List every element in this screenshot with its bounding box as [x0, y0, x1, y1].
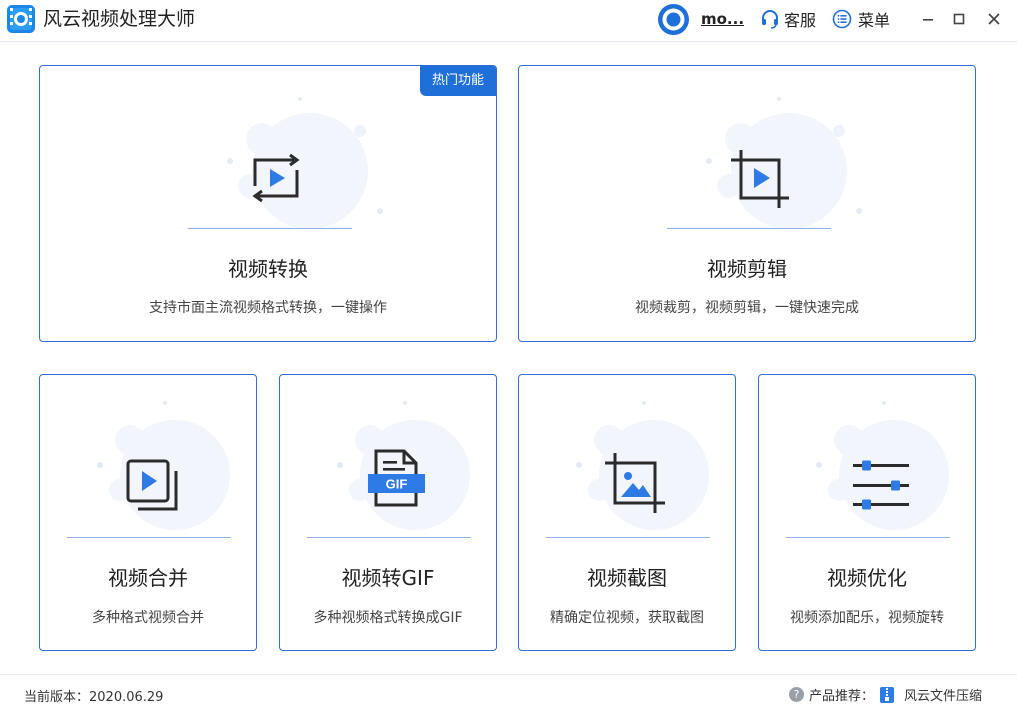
gif-file-icon: GIF — [368, 449, 425, 507]
card-description: 视频添加配乐，视频旋转 — [790, 610, 944, 626]
user-name-link[interactable]: mo... — [701, 9, 744, 29]
card-video-convert[interactable]: 视频转换 支持市面主流视频格式转换，一键操作 热门功能 — [39, 65, 497, 342]
card-video-to-gif[interactable]: GIF 视频转GIF 多种视频格式转换成GIF — [279, 374, 497, 651]
card-description: 多种视频格式转换成GIF — [313, 610, 463, 626]
product-recommend[interactable]: ? 产品推荐： 风云文件压缩 — [789, 685, 982, 704]
help-icon[interactable]: ? — [789, 687, 804, 702]
maximize-button[interactable] — [948, 8, 970, 30]
close-icon — [988, 13, 1000, 25]
card-video-screenshot[interactable]: 视频截图 精确定位视频，获取截图 — [518, 374, 736, 651]
card-title: 视频剪辑 — [707, 257, 787, 281]
card-description: 精确定位视频，获取截图 — [550, 610, 704, 626]
headset-icon — [762, 10, 778, 29]
recommend-label: 产品推荐： — [809, 689, 875, 704]
card-video-edit[interactable]: 视频剪辑 视频裁剪，视频剪辑，一键快速完成 — [518, 65, 976, 342]
close-button[interactable] — [983, 8, 1005, 30]
version-label: 当前版本：2020.06.29 — [24, 690, 164, 705]
customer-service-label: 客服 — [784, 11, 817, 30]
minimize-icon — [923, 19, 933, 21]
menu-list-icon — [832, 9, 852, 29]
maximize-icon — [953, 13, 965, 25]
card-title: 视频截图 — [587, 566, 667, 590]
sliders-icon — [853, 460, 909, 510]
card-title: 视频转换 — [228, 257, 308, 281]
menu-button[interactable]: 菜单 — [832, 8, 890, 30]
card-title: 视频合并 — [108, 566, 188, 590]
card-description: 多种格式视频合并 — [92, 610, 204, 626]
convert-icon — [252, 153, 300, 203]
file-compress-icon[interactable] — [878, 686, 896, 704]
card-description: 支持市面主流视频格式转换，一键操作 — [149, 300, 387, 316]
merge-icon — [126, 459, 178, 511]
card-video-merge[interactable]: 视频合并 多种格式视频合并 — [39, 374, 257, 651]
gif-label: GIF — [386, 477, 408, 492]
app-logo-icon — [7, 5, 35, 33]
card-video-optimize[interactable]: 视频优化 视频添加配乐，视频旋转 — [758, 374, 976, 651]
crop-play-icon — [731, 150, 789, 208]
menu-label: 菜单 — [858, 11, 891, 30]
hot-feature-badge: 热门功能 — [420, 66, 496, 96]
card-title: 视频优化 — [827, 566, 907, 590]
status-bar: 当前版本：2020.06.29 ? 产品推荐： 风云文件压缩 — [0, 674, 1017, 707]
user-avatar-icon[interactable] — [657, 3, 690, 36]
card-description: 视频裁剪，视频剪辑，一键快速完成 — [635, 300, 859, 316]
app-title: 风云视频处理大师 — [43, 8, 196, 30]
minimize-button[interactable] — [917, 8, 939, 30]
title-bar: 风云视频处理大师 mo... 客服 菜单 — [0, 0, 1017, 42]
recommend-product-link[interactable]: 风云文件压缩 — [904, 685, 982, 704]
screenshot-crop-icon — [605, 453, 665, 513]
customer-service-button[interactable]: 客服 — [760, 8, 816, 30]
card-title: 视频转GIF — [341, 566, 435, 590]
